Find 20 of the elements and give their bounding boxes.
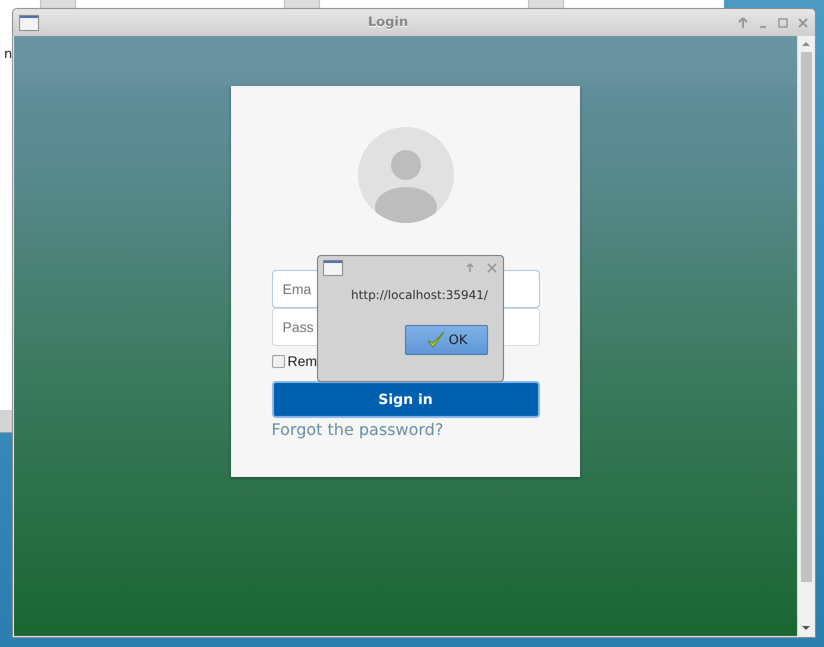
window-icon — [19, 14, 39, 30]
window-title: Login — [366, 15, 410, 30]
background-text: n — [4, 47, 12, 62]
close-icon[interactable] — [797, 16, 809, 28]
raise-icon[interactable] — [464, 262, 476, 274]
scroll-up-icon[interactable] — [801, 39, 811, 49]
raise-icon[interactable] — [737, 16, 749, 28]
window-icon — [323, 260, 343, 276]
maximize-icon[interactable] — [777, 16, 789, 28]
close-icon[interactable] — [486, 262, 498, 274]
checkmark-icon — [426, 330, 446, 350]
dialog-message: http://localhost:35941/ — [350, 288, 489, 302]
background-panel — [0, 410, 12, 432]
scroll-down-icon[interactable] — [801, 623, 811, 633]
ok-button[interactable]: OK — [405, 325, 488, 355]
remember-label: Rem — [288, 353, 318, 369]
avatar-icon — [358, 127, 454, 223]
forgot-password-link[interactable]: Forgot the password? — [272, 420, 444, 439]
sign-in-button[interactable]: Sign in — [272, 381, 540, 418]
remember-checkbox[interactable] — [272, 354, 284, 368]
